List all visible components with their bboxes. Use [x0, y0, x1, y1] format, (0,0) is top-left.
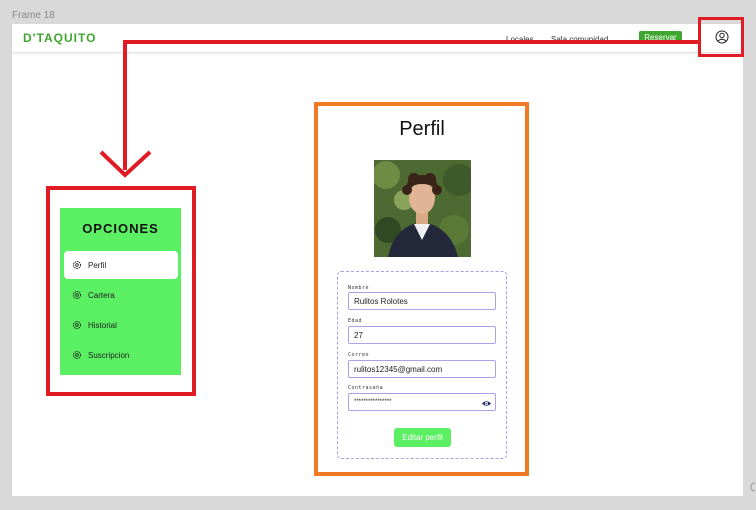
gear-icon: [73, 321, 81, 329]
nav-link-locales[interactable]: Locales: [506, 35, 534, 44]
eye-icon[interactable]: [481, 398, 492, 409]
email-field[interactable]: rulitos12345@gmail.com: [348, 360, 496, 378]
password-label: Contraseña: [348, 385, 384, 391]
menu-item-label: Cartera: [88, 291, 115, 300]
options-menu: OPCIONES Perfil Cartera Historial Suscri…: [60, 208, 181, 375]
password-field[interactable]: ****************: [348, 393, 496, 411]
options-title: OPCIONES: [82, 221, 159, 236]
age-field[interactable]: 27: [348, 326, 496, 344]
email-label: Correo: [348, 352, 370, 358]
gear-icon: [73, 291, 81, 299]
profile-photo: [374, 160, 471, 257]
menu-item-label: Perfil: [88, 261, 107, 270]
menu-item-historial[interactable]: Historial: [64, 311, 178, 339]
name-field[interactable]: Rulitos Rolotes: [348, 292, 496, 310]
menu-item-perfil[interactable]: Perfil: [64, 251, 178, 279]
nav-link-sala-comunidad[interactable]: Sala comunidad: [551, 35, 608, 44]
edit-profile-button[interactable]: Editar perfil: [394, 428, 451, 447]
age-label: Edad: [348, 318, 363, 324]
brand-logo[interactable]: D'TAQUITO: [23, 31, 96, 45]
name-label: Nombre: [348, 285, 370, 291]
top-navbar: D'TAQUITO Locales Sala comunidad Reserva…: [12, 24, 743, 53]
profile-title: Perfil: [399, 118, 445, 140]
gear-icon: [73, 351, 81, 359]
user-icon-highlight: [698, 17, 744, 57]
frame-label: Frame 18: [12, 10, 55, 21]
menu-item-label: Historial: [88, 321, 117, 330]
menu-item-suscripcion[interactable]: Suscripcion: [64, 341, 178, 369]
corner-handle-icon: [750, 482, 756, 492]
menu-item-cartera[interactable]: Cartera: [64, 281, 178, 309]
reserve-button[interactable]: Reservar: [639, 31, 682, 44]
menu-item-label: Suscripcion: [88, 351, 130, 360]
gear-icon: [73, 261, 81, 269]
